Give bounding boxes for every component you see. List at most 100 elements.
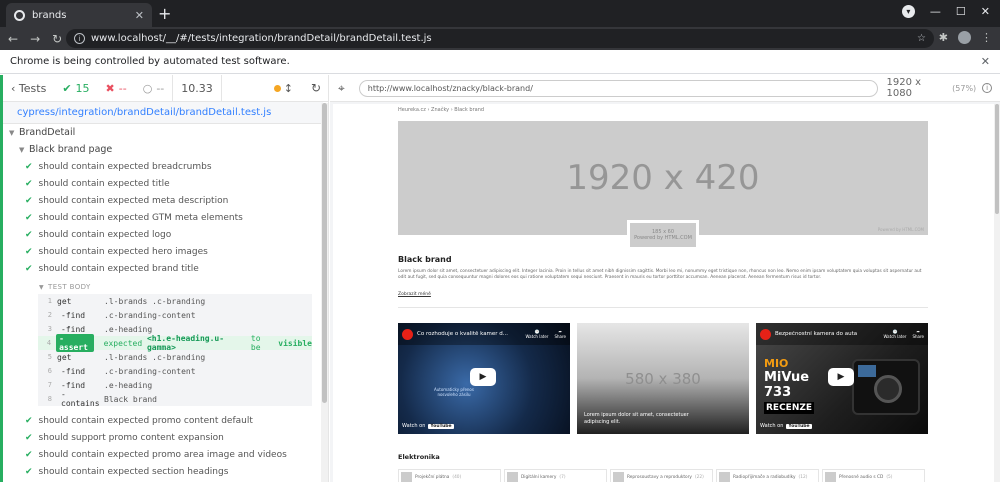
reporter-scrollbar[interactable] [321, 103, 328, 482]
viewport-info-icon[interactable]: i [982, 83, 992, 93]
share-button[interactable]: ➦ Share [912, 329, 924, 339]
aut-header: ⌖ http://www.localhost/znacky/black-bran… [330, 75, 1000, 102]
suite-black-brand-page[interactable]: ▼ Black brand page [3, 141, 321, 158]
bookmark-star-icon[interactable]: ☆ [917, 33, 926, 44]
check-icon: ✔ [25, 229, 33, 240]
forward-button[interactable]: → [30, 32, 40, 46]
check-icon: ✔ [25, 415, 33, 426]
maximize-button[interactable]: ☐ [956, 5, 966, 18]
promo-video-1[interactable]: Co rozhoduje o kvalitě kamer d... 🕒 Watch… [398, 323, 570, 434]
category-item[interactable]: Radiopřijímače a radiobudíky (12) [716, 469, 819, 482]
show-less-link[interactable]: Zobrazit méně [398, 292, 431, 297]
tests-button[interactable]: ‹ Tests [3, 82, 54, 95]
check-icon: ✔ [25, 195, 33, 206]
command-log: 1 get .l-brands .c-branding 2 -find .c-brand… [38, 294, 312, 408]
tests-after: ✔ should contain expected promo content d… [3, 412, 321, 480]
spec-file-link[interactable]: cypress/integration/brandDetail/brandDet… [3, 102, 323, 124]
test-item[interactable]: ✔ should contain expected section heading… [3, 463, 321, 480]
category-item[interactable]: Přenosné audio s CD (5) [822, 469, 925, 482]
infobar-close-icon[interactable]: ✕ [981, 55, 990, 68]
new-tab-button[interactable]: + [158, 4, 171, 23]
channel-avatar [402, 328, 413, 340]
x-icon: ✖ [105, 81, 115, 95]
runnables-list: ▼ BrandDetail ▼ Black brand page ✔ should… [3, 124, 321, 480]
play-icon[interactable]: ▶ [828, 368, 854, 386]
watch-on-youtube[interactable]: Watch on YouTube [402, 423, 454, 429]
command-row[interactable]: 1 get .l-brands .c-branding [38, 294, 312, 308]
minimize-button[interactable]: — [930, 5, 941, 18]
command-row[interactable]: 2 -find .c-branding-content [38, 308, 312, 322]
infobar-text: Chrome is being controlled by automated … [10, 56, 290, 67]
browser-toolbar: ← → ↻ i www.localhost/__/#/tests/integra… [0, 27, 1000, 50]
check-icon: ✔ [25, 432, 33, 443]
promo-image: 580 x 380 Lorem ipsum dolor sit amet, co… [577, 323, 749, 434]
assert-command-row[interactable]: 4 -assert expected <h1.e-heading.u-gamma… [38, 334, 312, 352]
back-button[interactable]: ← [8, 32, 18, 46]
test-item[interactable]: ✔ should contain expected breadcrumbs [3, 158, 321, 175]
check-icon: ✔ [25, 178, 33, 189]
rerun-icon[interactable]: ↻ [311, 81, 321, 95]
dashcam-image [852, 359, 920, 415]
command-row[interactable]: 5 get .l-brands .c-branding [38, 350, 312, 364]
tab-close-icon[interactable]: ✕ [135, 9, 144, 22]
test-item[interactable]: ✔ should contain expected promo area imag… [3, 446, 321, 463]
breadcrumb[interactable]: Heureka.cz › Značky › Black brand [398, 107, 484, 113]
command-row[interactable]: 8 -contains Black brand [38, 390, 312, 408]
toolbar-right: ✱ ⋮ [939, 31, 992, 44]
test-body-header[interactable]: ▼ TEST BODY [3, 280, 321, 294]
divider [398, 307, 928, 308]
tab-search-icon[interactable]: ▾ [901, 5, 915, 18]
scrollbar-thumb[interactable] [322, 103, 327, 403]
browser-tab[interactable]: brands ✕ [6, 3, 152, 27]
test-item[interactable]: ✔ should contain expected hero images [3, 243, 321, 260]
selector-playground-icon[interactable]: ⌖ [338, 81, 345, 96]
browser-tab-bar: brands ✕ + ▾ — ☐ ✕ [0, 0, 1000, 27]
menu-icon[interactable]: ⋮ [981, 31, 992, 44]
automation-infobar: Chrome is being controlled by automated … [0, 50, 1000, 74]
viewport-size: 1920 x 1080 [886, 77, 922, 99]
test-item[interactable]: ✔ should contain expected meta descriptio… [3, 192, 321, 209]
viewport-scale: (57%) [952, 83, 977, 93]
tests-before: ✔ should contain expected breadcrumbs ✔ sh… [3, 158, 321, 277]
aut-panel: ⌖ http://www.localhost/znacky/black-bran… [330, 75, 1000, 482]
passed-count: ✔ 15 [62, 81, 90, 95]
test-item[interactable]: ✔ should contain expected promo content d… [3, 412, 321, 429]
resize-icon[interactable]: ↕ [284, 82, 293, 95]
category-item[interactable]: Digitální kamery (7) [504, 469, 607, 482]
scrollbar-thumb[interactable] [995, 104, 999, 214]
watch-later-button[interactable]: 🕒 Watch later [883, 329, 906, 339]
tests-label: Tests [18, 81, 47, 95]
test-item[interactable]: ✔ should support promo content expansion [3, 429, 321, 446]
category-list: Projekční plátna (40) Digitální kamery (7)… [398, 469, 928, 482]
share-button[interactable]: ➦ Share [554, 329, 566, 339]
address-bar[interactable]: i www.localhost/__/#/tests/integration/b… [66, 29, 934, 48]
profile-avatar[interactable] [958, 31, 971, 44]
check-icon: ✔ [25, 246, 33, 257]
play-icon[interactable]: ▶ [470, 368, 496, 386]
circle-icon: ○ [142, 81, 153, 95]
promo-video-2[interactable]: Bezpečnostní kamera do auta 🕒 Watch later… [756, 323, 928, 434]
address-url: www.localhost/__/#/tests/integration/bra… [91, 33, 432, 44]
test-item-expanded[interactable]: ✔ should contain expected brand title [3, 260, 321, 277]
assert-badge: -assert [56, 334, 94, 352]
site-info-icon[interactable]: i [74, 33, 85, 44]
cypress-reporter: ‹ Tests ✔ 15 ✖ -- ○ -- 10.33 ↕ ↻ cypress/in… [0, 74, 329, 482]
command-row[interactable]: 6 -find .c-branding-content [38, 364, 312, 378]
extensions-icon[interactable]: ✱ [939, 31, 948, 44]
reload-icon[interactable]: ↻ [52, 32, 62, 46]
tab-title: brands [32, 9, 67, 21]
category-item[interactable]: Projekční plátna (40) [398, 469, 501, 482]
test-item[interactable]: ✔ should contain expected logo [3, 226, 321, 243]
test-item[interactable]: ✔ should contain expected title [3, 175, 321, 192]
check-icon: ✔ [25, 466, 33, 477]
watch-later-button[interactable]: 🕒 Watch later [525, 329, 548, 339]
watch-on-youtube[interactable]: Watch on YouTube [760, 423, 812, 429]
test-item[interactable]: ✔ should contain expected GTM meta elemen… [3, 209, 321, 226]
category-item[interactable]: Reprosoustavy a reproduktory (22) [610, 469, 713, 482]
aut-url-field[interactable]: http://www.localhost/znacky/black-brand/ [358, 79, 879, 97]
aut-scrollbar[interactable] [994, 104, 1000, 482]
check-icon: ✔ [62, 81, 72, 95]
suite-brand-detail[interactable]: ▼ BrandDetail [3, 124, 321, 141]
hero-image: 1920 x 420 Powered by HTML.COM [398, 121, 928, 235]
close-window-button[interactable]: ✕ [981, 5, 990, 18]
